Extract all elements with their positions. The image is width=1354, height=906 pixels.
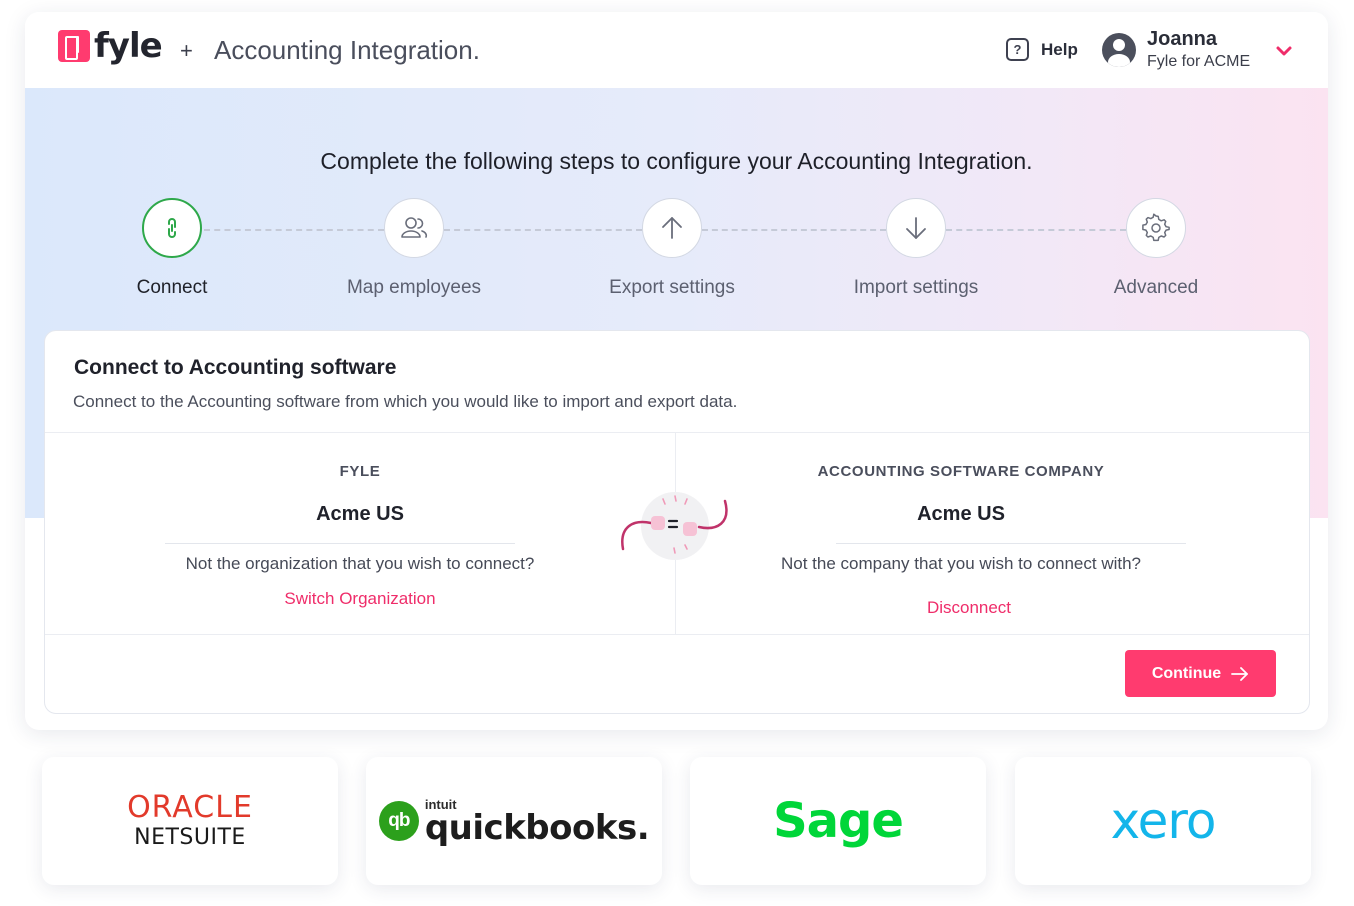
header: fyle + Accounting Integration. ? Help Jo… xyxy=(25,12,1328,88)
xero-logo-card: xero xyxy=(1015,757,1311,885)
disconnect-link[interactable]: Disconnect xyxy=(654,598,1284,618)
accounting-label: ACCOUNTING SOFTWARE COMPANY xyxy=(817,463,1105,480)
user-org: Fyle for ACME xyxy=(1147,53,1251,70)
switch-organization-link[interactable]: Switch Organization xyxy=(45,589,675,609)
step-circle xyxy=(1126,198,1186,258)
step-circle xyxy=(886,198,946,258)
connect-card: Connect to Accounting software Connect t… xyxy=(44,330,1310,714)
oracle-wordmark: ORACLE xyxy=(127,789,253,825)
step-export-settings[interactable]: Export settings xyxy=(562,198,782,299)
quickbooks-wordmark: quickbooks. xyxy=(424,807,650,848)
step-label: Map employees xyxy=(346,277,482,298)
help-button[interactable]: ? Help xyxy=(1006,38,1078,61)
users-icon xyxy=(401,217,428,238)
help-icon: ? xyxy=(1006,38,1029,61)
netsuite-wordmark: NETSUITE xyxy=(134,824,246,850)
page-title: Accounting Integration. xyxy=(214,35,480,65)
quickbooks-logo: qb intuit quickbooks. xyxy=(378,798,650,848)
user-name: Joanna xyxy=(1147,28,1218,50)
gear-icon xyxy=(1142,213,1170,242)
step-circle xyxy=(142,198,202,258)
accounting-connection: ACCOUNTING SOFTWARE COMPANY Acme US Not … xyxy=(676,433,1306,635)
divider xyxy=(165,543,515,544)
step-label: Advanced xyxy=(1113,277,1199,298)
quickbooks-logo-card: qb intuit quickbooks. xyxy=(366,757,662,885)
card-subtitle: Connect to the Accounting software from … xyxy=(73,392,738,411)
divider xyxy=(836,543,1186,544)
continue-button[interactable]: Continue xyxy=(1125,650,1276,697)
step-label: Import settings xyxy=(853,277,979,298)
help-label: Help xyxy=(1041,39,1078,59)
steps-heading: Complete the following steps to configur… xyxy=(320,148,1033,174)
card-title: Connect to Accounting software xyxy=(74,356,397,379)
quickbooks-icon: qb xyxy=(378,801,419,841)
step-label: Export settings xyxy=(609,277,735,298)
fyle-connection: FYLE Acme US Not the organization that y… xyxy=(45,433,675,635)
header-plus: + xyxy=(180,38,193,63)
user-menu[interactable]: Joanna Fyle for ACME xyxy=(1102,28,1250,71)
accounting-org-name: Acme US xyxy=(917,503,1005,525)
link-icon xyxy=(168,218,176,238)
xero-logo: xero xyxy=(1110,792,1217,850)
step-circle xyxy=(384,198,444,258)
arrow-down-icon xyxy=(906,217,926,239)
arrow-up-icon xyxy=(662,217,682,239)
oracle-netsuite-logo: ORACLE NETSUITE xyxy=(127,789,253,850)
sage-logo-card: Sage xyxy=(690,757,986,885)
user-info: Joanna Fyle for ACME xyxy=(1147,28,1250,71)
oracle-netsuite-logo-card: ORACLE NETSUITE xyxy=(42,757,338,885)
step-advanced[interactable]: Advanced xyxy=(1046,198,1266,299)
step-import-settings[interactable]: Import settings xyxy=(806,198,1026,299)
fyle-question: Not the organization that you wish to co… xyxy=(185,554,535,573)
avatar xyxy=(1102,32,1136,67)
fyle-label: FYLE xyxy=(339,463,381,480)
fyle-logo-icon xyxy=(58,30,90,62)
accounting-question: Not the company that you wish to connect… xyxy=(780,554,1142,573)
chevron-down-icon[interactable] xyxy=(1275,44,1293,58)
plug-connection-icon xyxy=(621,492,728,560)
arrow-right-icon xyxy=(1231,666,1249,681)
step-circle xyxy=(642,198,702,258)
continue-label: Continue xyxy=(1151,664,1222,682)
quickbooks-text: intuit quickbooks. xyxy=(424,798,650,848)
step-connect[interactable]: Connect xyxy=(62,198,282,299)
logo-text: fyle xyxy=(94,26,163,66)
fyle-logo[interactable]: fyle xyxy=(58,26,163,66)
app-window: fyle + Accounting Integration. ? Help Jo… xyxy=(25,12,1328,730)
sage-logo: Sage xyxy=(773,793,904,849)
step-label: Connect xyxy=(136,277,208,298)
fyle-org-name: Acme US xyxy=(316,503,404,525)
step-map-employees[interactable]: Map employees xyxy=(304,198,524,299)
